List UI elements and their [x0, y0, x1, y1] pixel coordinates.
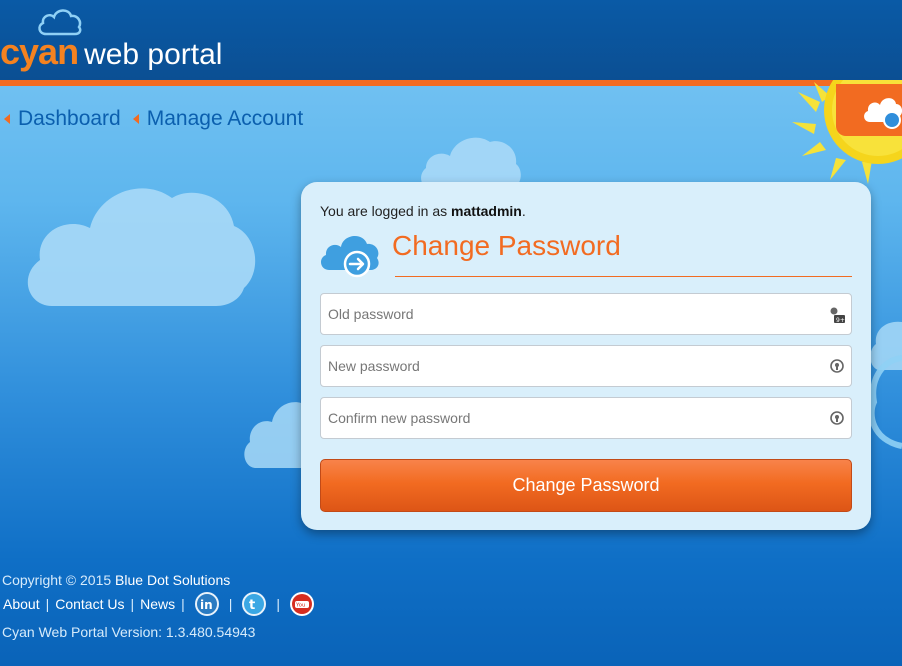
breadcrumb-label[interactable]: Dashboard	[18, 107, 121, 131]
change-password-card: You are logged in as mattadmin. Change P…	[301, 182, 871, 530]
title-divider	[395, 276, 852, 277]
news-link[interactable]: News	[140, 596, 175, 612]
new-password-input[interactable]	[321, 346, 851, 386]
copyright: Copyright © 2015 Blue Dot Solutions	[2, 572, 230, 588]
twitter-icon[interactable]: t	[242, 592, 267, 616]
logged-in-username: mattadmin	[451, 203, 522, 219]
breadcrumb-item-dashboard[interactable]: Dashboard	[0, 107, 121, 131]
svg-text:t: t	[249, 598, 255, 611]
page-title: Change Password	[392, 230, 621, 261]
footer-links: About | Contact Us | News | in | t | You	[3, 592, 318, 616]
about-link[interactable]: About	[3, 596, 40, 612]
new-password-field[interactable]	[320, 345, 852, 387]
svg-text:in: in	[200, 598, 213, 611]
logged-in-status: You are logged in as mattadmin.	[320, 203, 526, 219]
logged-in-prefix: You are logged in as	[320, 203, 448, 219]
company-link[interactable]: Blue Dot Solutions	[115, 572, 230, 588]
old-password-field[interactable]: 9+	[320, 293, 852, 335]
cloud-login-icon	[320, 236, 379, 278]
linkedin-icon[interactable]: in	[194, 592, 219, 616]
password-manager-icon[interactable]	[829, 358, 845, 374]
separator: |	[276, 596, 281, 612]
old-password-input[interactable]	[321, 294, 851, 334]
confirm-password-field[interactable]	[320, 397, 852, 439]
background-cloud	[27, 188, 256, 306]
header-stripe	[0, 80, 902, 86]
logo-product: web portal	[84, 38, 223, 71]
logo-brand: cyan	[0, 31, 79, 72]
separator: |	[130, 596, 135, 612]
background-cloud	[244, 402, 306, 468]
breadcrumb-item-manage-account[interactable]: Manage Account	[129, 107, 303, 131]
arrow-left-icon	[132, 114, 139, 124]
breadcrumb-label[interactable]: Manage Account	[147, 107, 303, 131]
cloud-sync-icon[interactable]	[862, 90, 902, 130]
youtube-icon[interactable]: You	[290, 592, 315, 616]
confirm-password-input[interactable]	[321, 398, 851, 438]
svg-text:9+: 9+	[836, 317, 845, 324]
logged-in-suffix: .	[521, 203, 526, 219]
password-manager-icon[interactable]: 9+	[829, 306, 845, 324]
password-manager-icon[interactable]	[829, 410, 845, 426]
separator: |	[45, 596, 50, 612]
breadcrumb: Dashboard Manage Account	[0, 104, 311, 134]
version-text: Cyan Web Portal Version: 1.3.480.54943	[2, 624, 256, 640]
contact-link[interactable]: Contact Us	[55, 596, 124, 612]
change-password-button[interactable]: Change Password	[320, 459, 852, 512]
svg-text:You: You	[295, 603, 305, 609]
logo[interactable]: cyan web portal	[0, 30, 222, 74]
header-bar: cyan web portal	[0, 0, 902, 80]
arrow-left-icon	[4, 114, 10, 124]
background-cloud	[421, 137, 521, 188]
separator: |	[181, 596, 185, 612]
copyright-text: Copyright © 2015	[2, 572, 112, 588]
separator: |	[228, 596, 233, 612]
